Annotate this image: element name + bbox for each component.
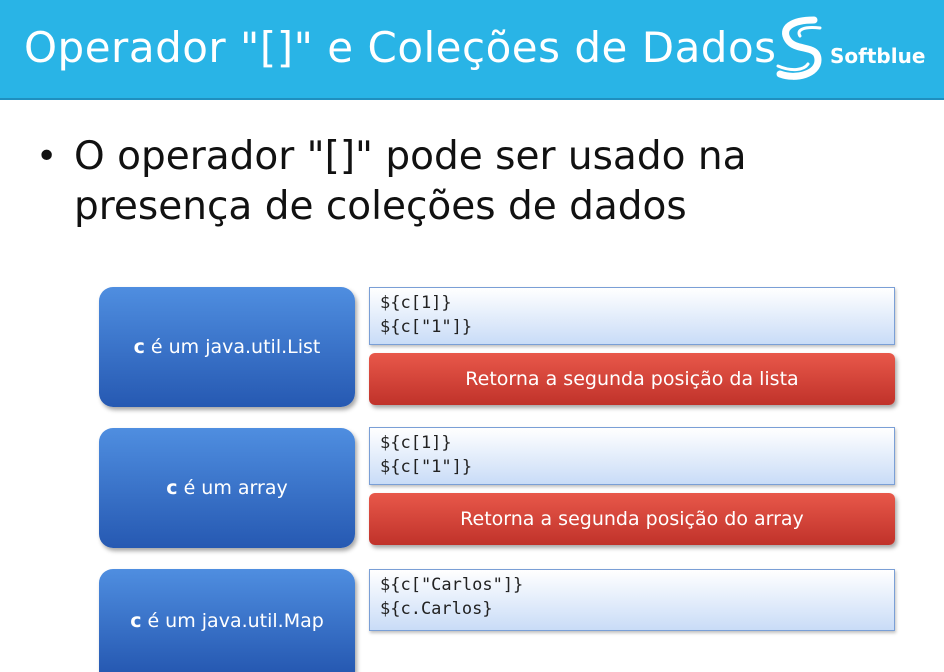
result-text: Retorna a segunda posição do array [460,508,804,530]
softblue-logo: Softblue [774,14,926,86]
type-desc: é um java.util.Map [147,609,324,632]
code-line: ${c["Carlos"]} [380,575,524,595]
bullet-dot: • [36,136,58,177]
code-line: ${c["1"]} [380,317,473,337]
slide-title: Operador "[]" e Coleções de Dados [24,23,777,72]
array-code-box: ${c[1]} ${c["1"]} [369,427,895,485]
type-desc: é um array [183,477,288,499]
bullet-text: O operador "[]" pode ser usado na presen… [74,134,747,229]
slide-header: Operador "[]" e Coleções de Dados Softbl… [0,0,944,100]
map-code-box: ${c["Carlos"]} ${c.Carlos} [369,569,895,631]
result-text: Retorna a segunda posição da lista [465,368,799,390]
array-type-box: c é um array [99,428,355,548]
var-name: c [133,336,145,358]
map-type-box: c é um java.util.Map [99,569,355,672]
type-desc: é um java.util.List [150,336,321,358]
var-name: c [166,477,178,499]
code-line: ${c["1"]} [380,457,473,477]
softblue-s-icon [776,16,822,80]
code-line: ${c[1]} [380,433,452,453]
array-result-bar: Retorna a segunda posição do array [369,493,895,545]
code-line: ${c[1]} [380,293,452,313]
logo-text: Softblue [830,44,926,68]
list-type-box: c é um java.util.List [99,287,355,407]
var-name: c [130,609,142,632]
code-line: ${c.Carlos} [380,599,493,619]
list-code-box: ${c[1]} ${c["1"]} [369,287,895,345]
list-result-bar: Retorna a segunda posição da lista [369,353,895,405]
